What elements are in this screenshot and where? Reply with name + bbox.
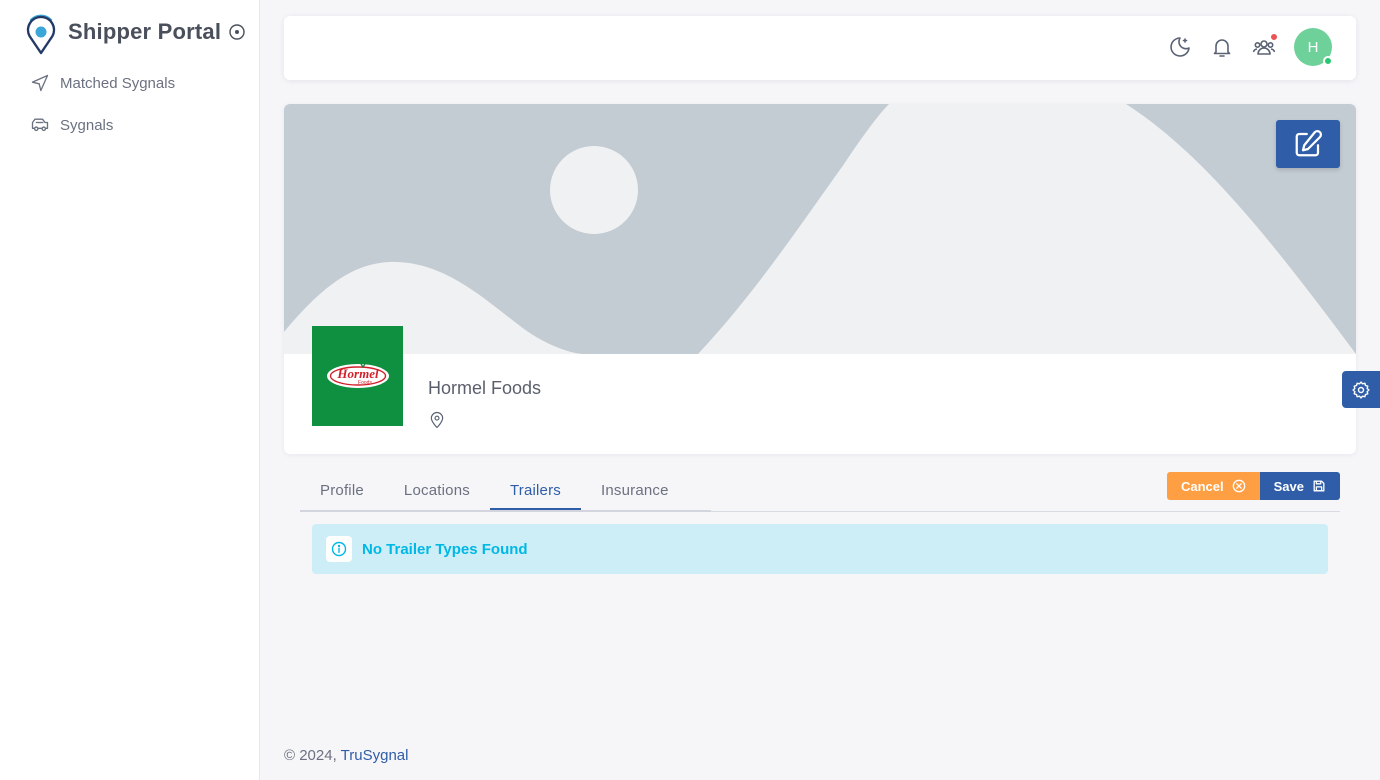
tab-locations[interactable]: Locations — [384, 472, 490, 511]
send-icon — [31, 74, 49, 92]
sidebar-item-label: Matched Sygnals — [60, 74, 176, 92]
app-title: Shipper Portal — [68, 19, 222, 44]
company-name: Hormel Foods — [428, 378, 542, 398]
x-circle-icon — [1232, 479, 1245, 493]
cancel-button[interactable]: Cancel — [1166, 472, 1260, 500]
brand-logo-icon — [26, 14, 56, 55]
footer-copyright: © 2024, — [284, 747, 341, 764]
moon-icon — [1170, 37, 1190, 57]
logo-subtext: Foods — [358, 380, 372, 386]
sidebar: Shipper Portal Matched Sygnals Sygnals — [0, 0, 260, 780]
footer-brand-link[interactable]: TruSygnal — [341, 747, 409, 764]
cover-image-placeholder — [284, 104, 1356, 354]
footer: © 2024, TruSygnal — [284, 747, 408, 764]
sidebar-item-label: Sygnals — [60, 116, 114, 134]
truck-icon — [31, 118, 49, 132]
tab-insurance[interactable]: Insurance — [581, 472, 689, 511]
form-actions: Cancel Save — [1166, 472, 1340, 500]
team-button[interactable] — [1252, 33, 1278, 59]
profile-header-card: Hormel Foods Hormel Foods — [284, 104, 1356, 454]
notifications-button[interactable] — [1210, 35, 1234, 59]
bell-icon — [1213, 39, 1231, 57]
tab-profile[interactable]: Profile — [300, 472, 384, 511]
customizer-settings-button[interactable] — [1342, 371, 1380, 408]
save-button[interactable]: Save — [1259, 472, 1340, 500]
sidebar-nav: Matched Sygnals Sygnals — [30, 70, 175, 154]
cancel-button-label: Cancel — [1180, 478, 1224, 494]
gear-icon — [1352, 380, 1370, 399]
sidebar-item-matched-sygnals[interactable]: Matched Sygnals — [30, 70, 175, 96]
logo-wordmark: Hormel — [336, 366, 379, 381]
topbar: H — [284, 16, 1356, 80]
avatar-initial: H — [1307, 38, 1319, 56]
save-button-label: Save — [1273, 478, 1304, 494]
empty-state-alert: No Trailer Types Found — [312, 524, 1328, 574]
tab-list: Profile Locations Trailers Insurance — [300, 472, 689, 512]
alert-icon-box — [326, 536, 352, 562]
brand[interactable]: Shipper Portal — [24, 8, 245, 56]
floppy-disk-icon — [1313, 480, 1325, 492]
info-icon — [331, 541, 347, 557]
hormel-logo-icon: Hormel Foods — [326, 363, 389, 388]
sidebar-item-sygnals[interactable]: Sygnals — [30, 112, 175, 138]
avatar[interactable]: H — [1294, 28, 1333, 66]
company-logo: Hormel Foods — [312, 326, 403, 426]
profile-tabs: Profile Locations Trailers Insurance Can… — [300, 472, 1340, 512]
sidebar-toggle-icon[interactable] — [229, 24, 245, 40]
online-status-dot — [1323, 56, 1333, 66]
edit-cover-button[interactable] — [1276, 120, 1340, 168]
topbar-icons: H — [1150, 28, 1333, 66]
location-pin-icon — [430, 411, 444, 429]
edit-icon — [1295, 129, 1323, 157]
notification-dot — [1270, 33, 1278, 41]
theme-toggle-button[interactable] — [1168, 35, 1192, 59]
alert-message: No Trailer Types Found — [362, 540, 528, 558]
tab-trailers[interactable]: Trailers — [489, 472, 581, 510]
